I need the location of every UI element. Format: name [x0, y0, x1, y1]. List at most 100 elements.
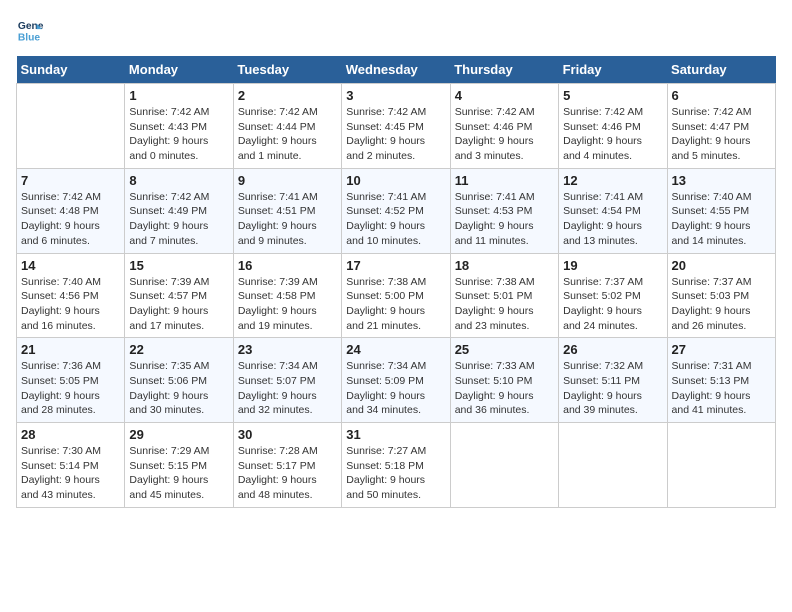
day-info: Sunrise: 7:42 AMSunset: 4:46 PMDaylight:… [563, 105, 662, 164]
day-info: Sunrise: 7:42 AMSunset: 4:43 PMDaylight:… [129, 105, 228, 164]
day-info: Sunrise: 7:35 AMSunset: 5:06 PMDaylight:… [129, 359, 228, 418]
day-cell: 1 Sunrise: 7:42 AMSunset: 4:43 PMDaylight… [125, 84, 233, 169]
day-cell: 28 Sunrise: 7:30 AMSunset: 5:14 PMDayligh… [17, 423, 125, 508]
day-info: Sunrise: 7:42 AMSunset: 4:49 PMDaylight:… [129, 190, 228, 249]
day-number: 8 [129, 173, 228, 188]
page-header: General Blue [16, 16, 776, 44]
weekday-thursday: Thursday [450, 56, 558, 84]
day-cell: 9Sunrise: 7:41 AMSunset: 4:51 PMDaylight… [233, 168, 341, 253]
day-cell [17, 84, 125, 169]
day-number: 17 [346, 258, 445, 273]
day-cell [667, 423, 775, 508]
day-number: 15 [129, 258, 228, 273]
weekday-monday: Monday [125, 56, 233, 84]
day-cell: 20 Sunrise: 7:37 AMSunset: 5:03 PMDayligh… [667, 253, 775, 338]
day-number: 6 [672, 88, 771, 103]
week-row-5: 28 Sunrise: 7:30 AMSunset: 5:14 PMDayligh… [17, 423, 776, 508]
day-cell: 26 Sunrise: 7:32 AMSunset: 5:11 PMDayligh… [559, 338, 667, 423]
day-info: Sunrise: 7:39 AMSunset: 4:57 PMDaylight:… [129, 275, 228, 334]
day-info: Sunrise: 7:41 AMSunset: 4:53 PMDaylight:… [455, 190, 554, 249]
day-cell: 22 Sunrise: 7:35 AMSunset: 5:06 PMDayligh… [125, 338, 233, 423]
day-number: 12 [563, 173, 662, 188]
day-cell: 5Sunrise: 7:42 AMSunset: 4:46 PMDaylight… [559, 84, 667, 169]
day-info: Sunrise: 7:30 AMSunset: 5:14 PMDaylight:… [21, 444, 120, 503]
day-number: 20 [672, 258, 771, 273]
day-info: Sunrise: 7:33 AMSunset: 5:10 PMDaylight:… [455, 359, 554, 418]
day-cell: 16Sunrise: 7:39 AMSunset: 4:58 PMDayligh… [233, 253, 341, 338]
day-cell: 29 Sunrise: 7:29 AMSunset: 5:15 PMDayligh… [125, 423, 233, 508]
day-info: Sunrise: 7:42 AMSunset: 4:44 PMDaylight:… [238, 105, 337, 164]
day-cell: 11 Sunrise: 7:41 AMSunset: 4:53 PMDayligh… [450, 168, 558, 253]
weekday-friday: Friday [559, 56, 667, 84]
day-number: 4 [455, 88, 554, 103]
day-cell: 19Sunrise: 7:37 AMSunset: 5:02 PMDayligh… [559, 253, 667, 338]
day-info: Sunrise: 7:38 AMSunset: 5:00 PMDaylight:… [346, 275, 445, 334]
weekday-header-row: SundayMondayTuesdayWednesdayThursdayFrid… [17, 56, 776, 84]
day-info: Sunrise: 7:37 AMSunset: 5:03 PMDaylight:… [672, 275, 771, 334]
day-cell: 2 Sunrise: 7:42 AMSunset: 4:44 PMDaylight… [233, 84, 341, 169]
day-info: Sunrise: 7:31 AMSunset: 5:13 PMDaylight:… [672, 359, 771, 418]
day-cell: 13 Sunrise: 7:40 AMSunset: 4:55 PMDayligh… [667, 168, 775, 253]
day-cell: 12 Sunrise: 7:41 AMSunset: 4:54 PMDayligh… [559, 168, 667, 253]
day-number: 19 [563, 258, 662, 273]
day-cell: 27Sunrise: 7:31 AMSunset: 5:13 PMDayligh… [667, 338, 775, 423]
day-info: Sunrise: 7:42 AMSunset: 4:48 PMDaylight:… [21, 190, 120, 249]
day-number: 25 [455, 342, 554, 357]
day-cell: 10 Sunrise: 7:41 AMSunset: 4:52 PMDayligh… [342, 168, 450, 253]
day-number: 10 [346, 173, 445, 188]
day-cell: 30Sunrise: 7:28 AMSunset: 5:17 PMDayligh… [233, 423, 341, 508]
day-number: 26 [563, 342, 662, 357]
day-number: 2 [238, 88, 337, 103]
weekday-tuesday: Tuesday [233, 56, 341, 84]
week-row-4: 21Sunrise: 7:36 AMSunset: 5:05 PMDayligh… [17, 338, 776, 423]
day-info: Sunrise: 7:34 AMSunset: 5:09 PMDaylight:… [346, 359, 445, 418]
day-number: 13 [672, 173, 771, 188]
day-cell: 23 Sunrise: 7:34 AMSunset: 5:07 PMDayligh… [233, 338, 341, 423]
day-info: Sunrise: 7:38 AMSunset: 5:01 PMDaylight:… [455, 275, 554, 334]
day-number: 11 [455, 173, 554, 188]
day-number: 18 [455, 258, 554, 273]
calendar-table: SundayMondayTuesdayWednesdayThursdayFrid… [16, 56, 776, 508]
day-cell: 25 Sunrise: 7:33 AMSunset: 5:10 PMDayligh… [450, 338, 558, 423]
weekday-wednesday: Wednesday [342, 56, 450, 84]
calendar-body: 1 Sunrise: 7:42 AMSunset: 4:43 PMDaylight… [17, 84, 776, 508]
day-info: Sunrise: 7:42 AMSunset: 4:47 PMDaylight:… [672, 105, 771, 164]
day-cell: 6 Sunrise: 7:42 AMSunset: 4:47 PMDaylight… [667, 84, 775, 169]
day-info: Sunrise: 7:32 AMSunset: 5:11 PMDaylight:… [563, 359, 662, 418]
day-number: 1 [129, 88, 228, 103]
day-info: Sunrise: 7:34 AMSunset: 5:07 PMDaylight:… [238, 359, 337, 418]
day-number: 7 [21, 173, 120, 188]
svg-text:General: General [18, 21, 44, 32]
day-cell: 24 Sunrise: 7:34 AMSunset: 5:09 PMDayligh… [342, 338, 450, 423]
svg-text:Blue: Blue [18, 32, 41, 43]
day-number: 24 [346, 342, 445, 357]
day-info: Sunrise: 7:41 AMSunset: 4:54 PMDaylight:… [563, 190, 662, 249]
day-info: Sunrise: 7:40 AMSunset: 4:56 PMDaylight:… [21, 275, 120, 334]
weekday-sunday: Sunday [17, 56, 125, 84]
day-info: Sunrise: 7:42 AMSunset: 4:46 PMDaylight:… [455, 105, 554, 164]
day-number: 28 [21, 427, 120, 442]
day-info: Sunrise: 7:29 AMSunset: 5:15 PMDaylight:… [129, 444, 228, 503]
day-cell: 7 Sunrise: 7:42 AMSunset: 4:48 PMDaylight… [17, 168, 125, 253]
week-row-2: 7 Sunrise: 7:42 AMSunset: 4:48 PMDaylight… [17, 168, 776, 253]
day-cell [450, 423, 558, 508]
day-info: Sunrise: 7:41 AMSunset: 4:52 PMDaylight:… [346, 190, 445, 249]
day-number: 31 [346, 427, 445, 442]
day-number: 14 [21, 258, 120, 273]
weekday-saturday: Saturday [667, 56, 775, 84]
day-info: Sunrise: 7:36 AMSunset: 5:05 PMDaylight:… [21, 359, 120, 418]
day-cell: 8 Sunrise: 7:42 AMSunset: 4:49 PMDaylight… [125, 168, 233, 253]
day-info: Sunrise: 7:40 AMSunset: 4:55 PMDaylight:… [672, 190, 771, 249]
day-cell: 3 Sunrise: 7:42 AMSunset: 4:45 PMDaylight… [342, 84, 450, 169]
day-info: Sunrise: 7:28 AMSunset: 5:17 PMDaylight:… [238, 444, 337, 503]
day-info: Sunrise: 7:42 AMSunset: 4:45 PMDaylight:… [346, 105, 445, 164]
day-number: 3 [346, 88, 445, 103]
logo-icon: General Blue [16, 16, 44, 44]
day-number: 29 [129, 427, 228, 442]
day-cell: 18 Sunrise: 7:38 AMSunset: 5:01 PMDayligh… [450, 253, 558, 338]
week-row-3: 14 Sunrise: 7:40 AMSunset: 4:56 PMDayligh… [17, 253, 776, 338]
day-number: 23 [238, 342, 337, 357]
day-number: 22 [129, 342, 228, 357]
day-cell: 31Sunrise: 7:27 AMSunset: 5:18 PMDayligh… [342, 423, 450, 508]
day-cell: 21Sunrise: 7:36 AMSunset: 5:05 PMDayligh… [17, 338, 125, 423]
